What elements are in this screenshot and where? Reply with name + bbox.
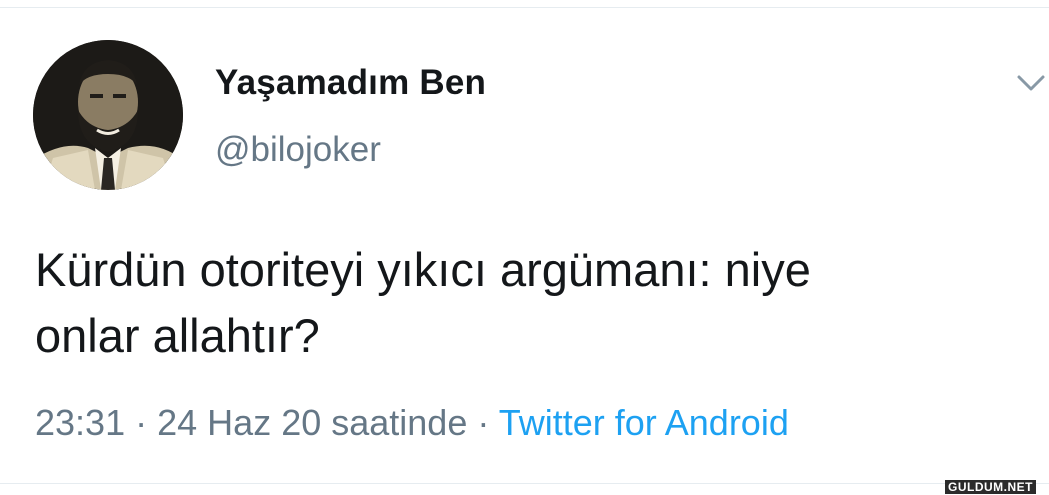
tweet-metadata: 23:31 · 24 Haz 20 saatinde · Twitter for…	[35, 402, 789, 444]
meta-separator: ·	[135, 402, 148, 443]
chevron-down-icon[interactable]	[1016, 72, 1046, 94]
watermark: GULDUM.NET	[945, 480, 1036, 494]
bottom-divider	[0, 483, 1049, 484]
avatar[interactable]	[33, 40, 183, 190]
user-handle[interactable]: @bilojoker	[215, 130, 381, 170]
tweet-text-line: Kürdün otoriteyi yıkıcı argümanı: niye	[35, 243, 811, 296]
tweet-text-line: onlar allahtır?	[35, 309, 320, 362]
tweet-card: Yaşamadım Ben @bilojoker Kürdün otoritey…	[0, 0, 1049, 495]
display-name[interactable]: Yaşamadım Ben	[215, 63, 486, 103]
tweet-text: Kürdün otoriteyi yıkıcı argümanı: niye o…	[35, 237, 1025, 369]
meta-separator: ·	[477, 402, 490, 443]
tweet-time[interactable]: 23:31	[35, 402, 125, 443]
avatar-photo	[33, 40, 183, 190]
tweet-source-link[interactable]: Twitter for Android	[499, 402, 789, 443]
tweet-date[interactable]: 24 Haz 20 saatinde	[157, 402, 467, 443]
top-divider	[0, 7, 1049, 8]
